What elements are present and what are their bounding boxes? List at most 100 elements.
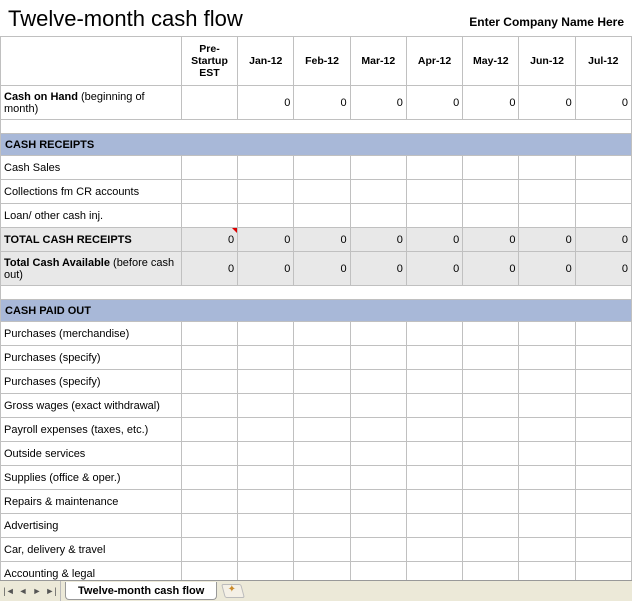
- paidout-value[interactable]: [463, 370, 519, 394]
- sheet-nav-prev-icon[interactable]: ◄: [16, 586, 30, 596]
- receipt-value[interactable]: [181, 180, 237, 204]
- paidout-value[interactable]: [519, 322, 575, 346]
- receipt-value[interactable]: [406, 180, 462, 204]
- paidout-value[interactable]: [238, 442, 294, 466]
- paidout-value[interactable]: [406, 538, 462, 562]
- cash-on-hand-value[interactable]: 0: [463, 86, 519, 120]
- paidout-value[interactable]: [181, 418, 237, 442]
- receipt-value[interactable]: [294, 180, 350, 204]
- paidout-value[interactable]: [181, 466, 237, 490]
- receipt-value[interactable]: [463, 204, 519, 228]
- total-receipts-value[interactable]: 0: [406, 228, 462, 252]
- receipt-value[interactable]: [238, 156, 294, 180]
- paidout-value[interactable]: [406, 322, 462, 346]
- col-header[interactable]: [1, 37, 182, 86]
- paidout-value[interactable]: [406, 346, 462, 370]
- paidout-label[interactable]: Outside services: [1, 442, 182, 466]
- receipt-value[interactable]: [350, 156, 406, 180]
- total-available-value[interactable]: 0: [294, 252, 350, 286]
- receipt-value[interactable]: [181, 204, 237, 228]
- paidout-value[interactable]: [463, 490, 519, 514]
- paidout-value[interactable]: [406, 370, 462, 394]
- paidout-value[interactable]: [463, 514, 519, 538]
- paidout-value[interactable]: [181, 370, 237, 394]
- paidout-value[interactable]: [350, 466, 406, 490]
- paidout-value[interactable]: [294, 394, 350, 418]
- receipt-value[interactable]: [519, 180, 575, 204]
- paidout-value[interactable]: [350, 418, 406, 442]
- paidout-value[interactable]: [519, 466, 575, 490]
- paidout-value[interactable]: [350, 562, 406, 581]
- total-receipts-label[interactable]: TOTAL CASH RECEIPTS: [1, 228, 182, 252]
- paidout-value[interactable]: [294, 346, 350, 370]
- total-receipts-value[interactable]: 0: [238, 228, 294, 252]
- paidout-value[interactable]: [238, 322, 294, 346]
- receipt-value[interactable]: [519, 204, 575, 228]
- paidout-value[interactable]: [406, 442, 462, 466]
- total-available-value[interactable]: 0: [238, 252, 294, 286]
- total-receipts-value[interactable]: 0: [463, 228, 519, 252]
- paidout-label[interactable]: Advertising: [1, 514, 182, 538]
- paidout-label[interactable]: Gross wages (exact withdrawal): [1, 394, 182, 418]
- total-receipts-value[interactable]: 0: [350, 228, 406, 252]
- paidout-value[interactable]: [294, 514, 350, 538]
- paidout-value[interactable]: [463, 346, 519, 370]
- paidout-value[interactable]: [406, 514, 462, 538]
- paidout-value[interactable]: [406, 490, 462, 514]
- paidout-value[interactable]: [406, 466, 462, 490]
- paidout-value[interactable]: [575, 538, 631, 562]
- paidout-label[interactable]: Repairs & maintenance: [1, 490, 182, 514]
- paidout-value[interactable]: [406, 394, 462, 418]
- company-name-placeholder[interactable]: Enter Company Name Here: [469, 15, 624, 29]
- cash-receipts-header-label[interactable]: CASH RECEIPTS: [1, 134, 632, 156]
- total-available-value[interactable]: 0: [181, 252, 237, 286]
- paidout-value[interactable]: [294, 418, 350, 442]
- col-header[interactable]: Mar-12: [350, 37, 406, 86]
- paidout-value[interactable]: [406, 562, 462, 581]
- paidout-value[interactable]: [463, 322, 519, 346]
- receipt-value[interactable]: [519, 156, 575, 180]
- col-header[interactable]: Apr-12: [406, 37, 462, 86]
- paidout-value[interactable]: [294, 370, 350, 394]
- receipt-value[interactable]: [181, 156, 237, 180]
- paidout-value[interactable]: [181, 490, 237, 514]
- receipt-label[interactable]: Cash Sales: [1, 156, 182, 180]
- total-receipts-value[interactable]: 0: [519, 228, 575, 252]
- sheet-tab-active[interactable]: Twelve-month cash flow: [65, 582, 217, 600]
- paidout-value[interactable]: [350, 442, 406, 466]
- paidout-value[interactable]: [350, 322, 406, 346]
- paidout-value[interactable]: [406, 418, 462, 442]
- paidout-value[interactable]: [294, 322, 350, 346]
- receipt-value[interactable]: [406, 156, 462, 180]
- col-header[interactable]: Pre-Startup EST: [181, 37, 237, 86]
- paidout-value[interactable]: [238, 370, 294, 394]
- paidout-value[interactable]: [181, 322, 237, 346]
- cash-on-hand-value[interactable]: 0: [350, 86, 406, 120]
- paidout-value[interactable]: [294, 562, 350, 581]
- paidout-label[interactable]: Accounting & legal: [1, 562, 182, 581]
- paidout-value[interactable]: [463, 538, 519, 562]
- paidout-label[interactable]: Car, delivery & travel: [1, 538, 182, 562]
- paidout-value[interactable]: [350, 370, 406, 394]
- paidout-value[interactable]: [238, 490, 294, 514]
- paidout-label[interactable]: Supplies (office & oper.): [1, 466, 182, 490]
- paidout-value[interactable]: [181, 562, 237, 581]
- paidout-value[interactable]: [238, 538, 294, 562]
- paidout-value[interactable]: [575, 418, 631, 442]
- paidout-value[interactable]: [238, 394, 294, 418]
- cash-on-hand-value[interactable]: [181, 86, 237, 120]
- paidout-value[interactable]: [238, 514, 294, 538]
- paidout-value[interactable]: [519, 418, 575, 442]
- cash-on-hand-value[interactable]: 0: [575, 86, 631, 120]
- receipt-value[interactable]: [463, 156, 519, 180]
- paidout-value[interactable]: [181, 394, 237, 418]
- paidout-value[interactable]: [575, 322, 631, 346]
- paidout-value[interactable]: [519, 442, 575, 466]
- paidout-value[interactable]: [519, 490, 575, 514]
- cash-on-hand-value[interactable]: 0: [238, 86, 294, 120]
- paidout-label[interactable]: Purchases (specify): [1, 346, 182, 370]
- col-header[interactable]: May-12: [463, 37, 519, 86]
- total-available-value[interactable]: 0: [463, 252, 519, 286]
- receipt-value[interactable]: [350, 204, 406, 228]
- total-available-value[interactable]: 0: [406, 252, 462, 286]
